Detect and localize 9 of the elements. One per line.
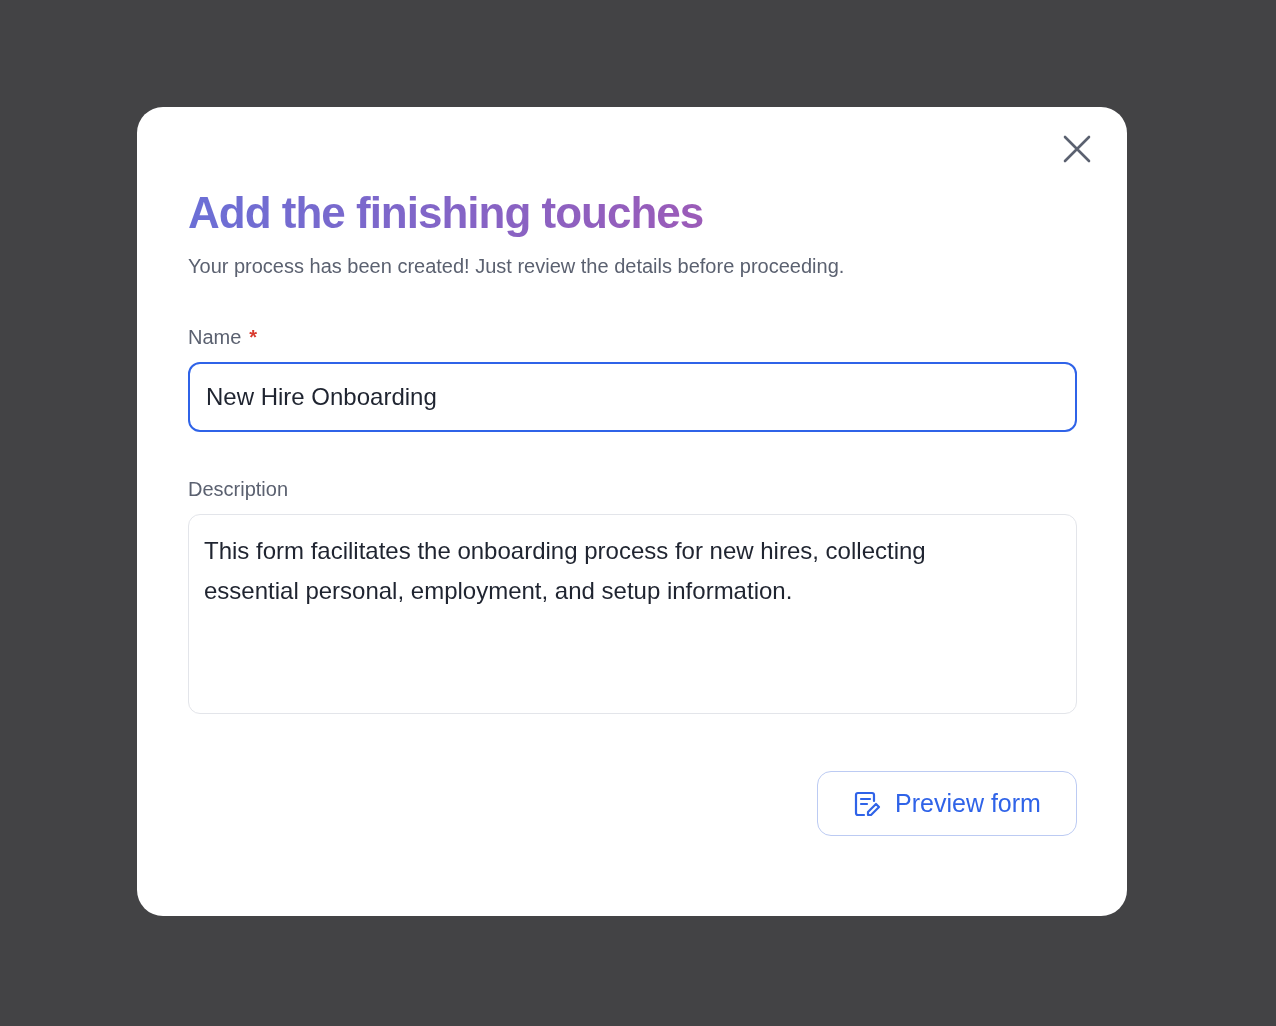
form-edit-icon bbox=[853, 789, 882, 818]
name-field[interactable]: New Hire Onboarding bbox=[188, 362, 1077, 432]
description-field[interactable]: This form facilitates the onboarding process for new hires, collecting essential personal, employment, and setup information. bbox=[188, 514, 1077, 714]
field-label: Description bbox=[188, 478, 289, 501]
dialog-subtitle: Your process has been created! Just review the details before proceeding. bbox=[188, 255, 846, 278]
preview-form-button[interactable]: Preview form bbox=[817, 771, 1077, 836]
field-label: Name bbox=[188, 326, 242, 349]
required-mark: * bbox=[249, 326, 258, 349]
close-icon[interactable] bbox=[1063, 135, 1091, 163]
